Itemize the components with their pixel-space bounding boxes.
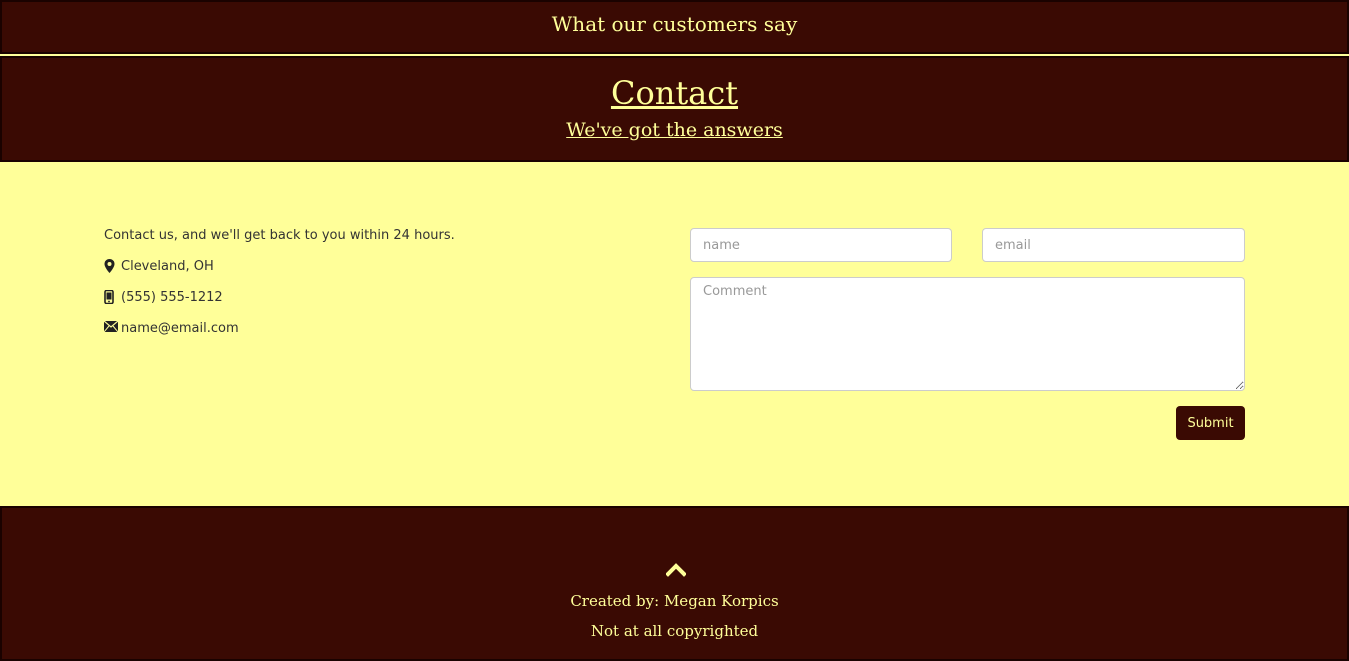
contact-info: Contact us, and we'll get back to you wi… — [103, 228, 455, 352]
contact-section: Contact us, and we'll get back to you wi… — [0, 162, 1349, 506]
contact-location-text: Cleveland, OH — [121, 259, 214, 274]
contact-heading: Contact — [2, 74, 1347, 112]
contact-intro-text: Contact us, and we'll get back to you wi… — [104, 228, 455, 243]
chevron-up-icon[interactable] — [665, 562, 687, 577]
phone-icon — [104, 289, 118, 308]
contact-location: Cleveland, OH — [104, 259, 455, 290]
footer: Created by: Megan Korpics Not at all cop… — [0, 506, 1349, 661]
footer-copyright: Not at all copyrighted — [590, 622, 759, 640]
footer-credit: Created by: Megan Korpics — [570, 592, 779, 610]
contact-email: name@email.com — [103, 320, 455, 352]
envelope-icon — [103, 320, 119, 336]
comment-textarea[interactable] — [690, 277, 1245, 391]
contact-intro: Contact us, and we'll get back to you wi… — [104, 228, 455, 259]
contact-header-band: Contact We've got the answers — [0, 56, 1349, 162]
contact-heading-link[interactable]: Contact — [611, 74, 738, 112]
testimonials-band: What our customers say — [0, 0, 1349, 54]
contact-subheading-link[interactable]: We've got the answers — [566, 119, 783, 141]
email-input[interactable] — [982, 228, 1245, 262]
contact-phone: (555) 555-1212 — [104, 289, 455, 321]
map-marker-icon — [104, 259, 118, 277]
name-input[interactable] — [690, 228, 952, 262]
contact-email-text: name@email.com — [121, 321, 239, 336]
testimonials-title: What our customers say — [551, 12, 798, 36]
contact-subheading: We've got the answers — [2, 118, 1347, 142]
contact-phone-text: (555) 555-1212 — [121, 290, 223, 305]
submit-button[interactable]: Submit — [1176, 406, 1245, 440]
